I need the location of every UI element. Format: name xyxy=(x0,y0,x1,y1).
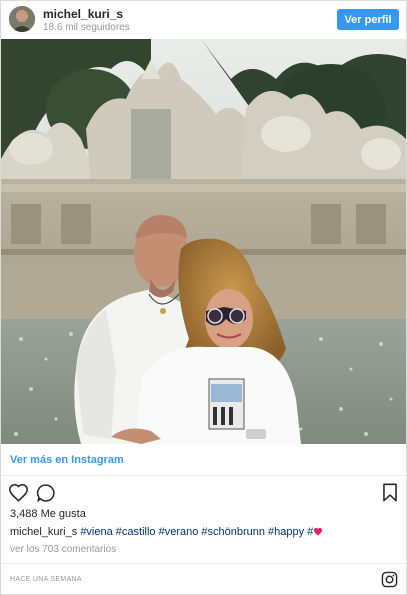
heart-icon[interactable] xyxy=(8,483,29,507)
divider xyxy=(1,563,406,564)
view-more-on-instagram-link[interactable]: Ver más en Instagram xyxy=(10,454,124,466)
like-count[interactable]: 3,488 Me gusta xyxy=(10,508,86,520)
post-photo[interactable] xyxy=(1,39,406,444)
comment-icon[interactable] xyxy=(36,483,56,508)
post-header: michel_kuri_s 18.6 mil seguidores Ver pe… xyxy=(1,1,406,39)
caption: michel_kuri_s #viena #castillo #verano #… xyxy=(10,526,323,538)
avatar[interactable] xyxy=(9,6,35,32)
post-image xyxy=(1,39,406,444)
instagram-embed-card: michel_kuri_s 18.6 mil seguidores Ver pe… xyxy=(0,0,407,595)
username[interactable]: michel_kuri_s xyxy=(43,7,123,21)
instagram-icon[interactable] xyxy=(381,571,398,593)
caption-hashtags[interactable]: #viena #castillo #verano #schönbrunn #ha… xyxy=(80,526,313,538)
divider xyxy=(1,475,406,476)
post-timestamp: HACE UNA SEMANA xyxy=(10,576,82,583)
view-comments-link[interactable]: ver los 703 comentarios xyxy=(10,544,116,555)
avatar-image xyxy=(9,6,35,32)
view-profile-button[interactable]: Ver perfil xyxy=(337,9,399,30)
bookmark-icon[interactable] xyxy=(382,483,398,507)
action-bar xyxy=(1,481,406,505)
caption-username[interactable]: michel_kuri_s xyxy=(10,526,77,538)
follower-count: 18.6 mil seguidores xyxy=(43,22,130,33)
red-heart-emoji xyxy=(313,526,323,538)
